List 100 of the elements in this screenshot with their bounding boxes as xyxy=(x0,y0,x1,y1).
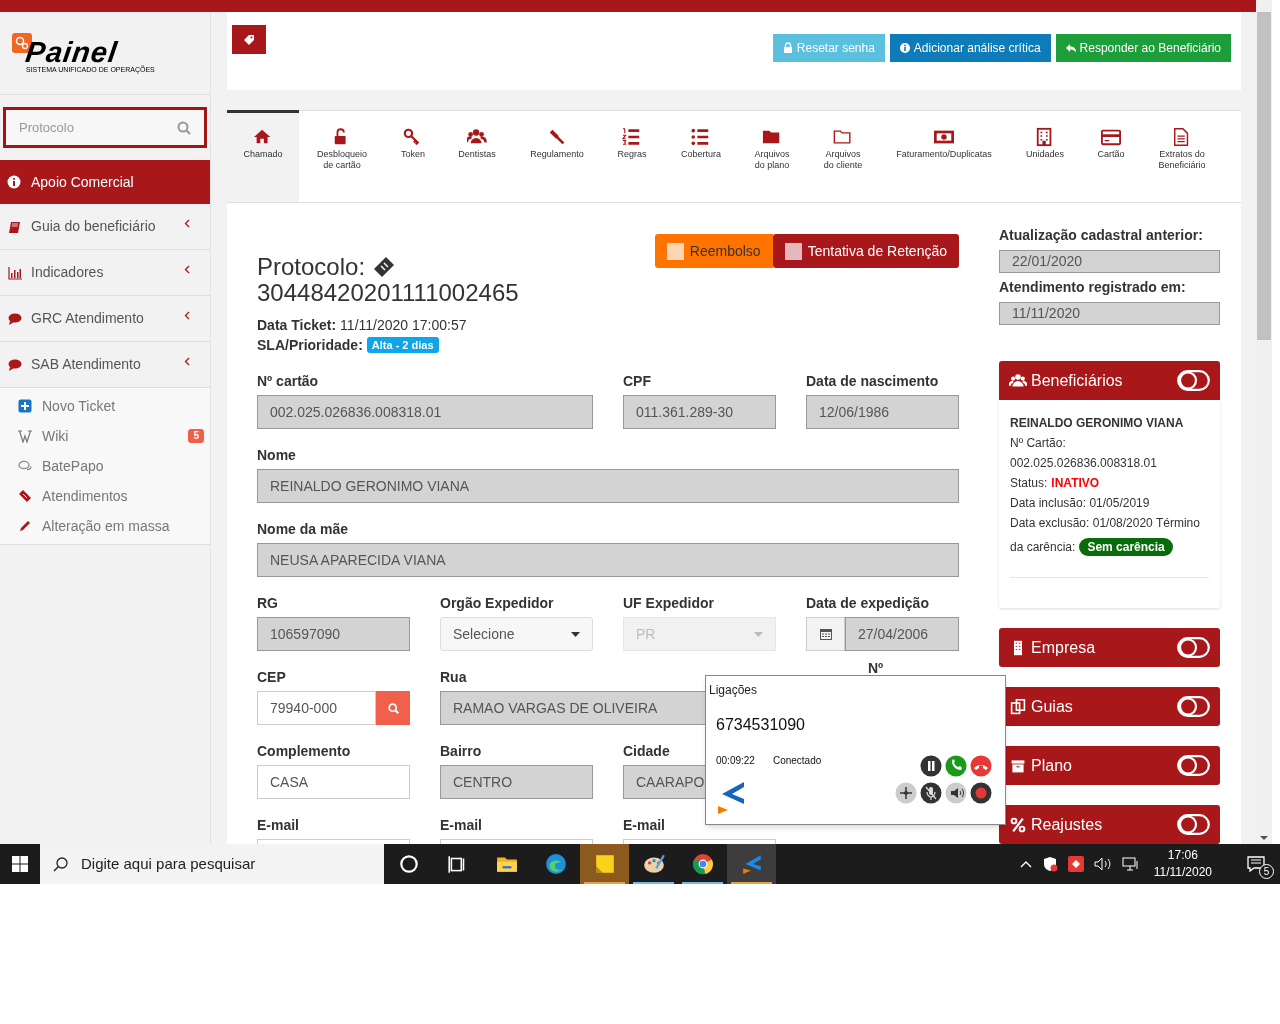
panel-header[interactable]: Reajustes xyxy=(999,805,1220,844)
field-label: Orgão Expedidor xyxy=(440,594,554,613)
date-field[interactable]: 27/04/2006 xyxy=(845,617,959,651)
input-field[interactable]: 106597090 xyxy=(257,617,410,651)
field-label: Rua xyxy=(440,668,467,687)
date-field[interactable]: 22/01/2020 xyxy=(999,250,1220,273)
tab[interactable]: Arquivos do plano xyxy=(739,110,805,202)
info-text: Nº Cartão: xyxy=(1010,435,1067,452)
toggle-icon[interactable] xyxy=(1177,370,1210,391)
input-field[interactable]: REINALDO GERONIMO VIANA xyxy=(257,469,959,503)
paint-palette-icon xyxy=(642,853,665,875)
dropdown[interactable]: Selecione xyxy=(440,617,593,651)
windows-icon xyxy=(12,856,28,872)
tab[interactable]: Faturamento/Duplicatas xyxy=(881,110,1007,202)
app-tray-icon xyxy=(1067,856,1084,872)
reply-icon xyxy=(1065,42,1076,54)
speaker-icon[interactable] xyxy=(945,782,967,804)
info-text: Data inclusão: 01/05/2019 xyxy=(1010,495,1151,512)
pause-button[interactable] xyxy=(920,755,942,777)
input-field[interactable]: 12/06/1986 xyxy=(806,395,959,429)
browser-logo-icon xyxy=(691,853,714,875)
field-label: Atualização cadastral anterior: xyxy=(999,226,1204,245)
record-button[interactable] xyxy=(970,782,992,804)
submenu-item[interactable]: Wiki 5 xyxy=(0,421,210,451)
copy-icon xyxy=(1009,698,1027,715)
tab[interactable]: Cobertura xyxy=(663,110,739,202)
info-text: da carência: xyxy=(1010,539,1076,556)
submenu-item[interactable]: Atendimentos xyxy=(0,481,210,511)
tab[interactable]: Unidades xyxy=(1007,110,1083,202)
toolbar-button[interactable]: Adicionar análise crítica xyxy=(889,34,1051,62)
circle-icon xyxy=(397,853,420,875)
scrollbar[interactable] xyxy=(1256,0,1272,844)
wikipedia-w-icon xyxy=(18,429,32,443)
chevron-logo-icon xyxy=(740,853,763,875)
swirl-logo-icon xyxy=(544,853,567,875)
toggle-icon[interactable] xyxy=(1177,637,1210,658)
input-field[interactable]: 011.361.289-30 xyxy=(623,395,776,429)
notification-button[interactable]: 5 xyxy=(1240,848,1272,880)
panel-header[interactable]: Beneficiários xyxy=(999,361,1220,400)
panel-header[interactable]: Empresa xyxy=(999,628,1220,667)
count-badge: 5 xyxy=(188,429,204,443)
tab[interactable]: Desbloqueio de cartão xyxy=(299,110,385,202)
calendar-button[interactable] xyxy=(806,617,845,651)
phone-icon[interactable] xyxy=(945,755,967,777)
field-label: CEP xyxy=(257,668,286,687)
pencil-icon xyxy=(18,519,32,533)
search-icon xyxy=(53,856,68,872)
submenu-item[interactable]: Novo Ticket xyxy=(0,391,210,421)
speech-bubble-icon xyxy=(7,311,23,326)
lock-icon xyxy=(782,42,793,54)
toggle-icon[interactable] xyxy=(1177,814,1210,835)
tab[interactable]: Dentistas xyxy=(441,110,513,202)
message-icon xyxy=(1247,856,1265,872)
input-field[interactable]: CASA xyxy=(257,765,410,799)
status-text: INATIVO xyxy=(1051,475,1100,492)
field-label: Data de nascimento xyxy=(806,372,939,391)
tab[interactable]: Token xyxy=(385,110,441,202)
people-group-icon xyxy=(1009,372,1027,389)
field-label: Complemento xyxy=(257,742,351,761)
tab[interactable]: Regulamento xyxy=(513,110,601,202)
speaker-icon xyxy=(1093,857,1112,871)
tab[interactable]: Cartão xyxy=(1083,110,1139,202)
tab[interactable]: Chamado xyxy=(227,110,299,202)
field-label: RG xyxy=(257,594,278,613)
menu-item[interactable]: Apoio Comercial xyxy=(0,160,210,204)
hang-up-icon[interactable] xyxy=(970,755,992,777)
tag-button[interactable] xyxy=(232,25,266,54)
color-swatch-icon xyxy=(784,242,802,260)
info-icon xyxy=(7,175,21,189)
input-field[interactable]: 79940-000 xyxy=(257,691,376,725)
search-icon xyxy=(177,121,191,135)
submenu-item[interactable]: BatePapo xyxy=(0,451,210,481)
search-field[interactable]: Protocolo xyxy=(3,107,207,148)
input-field[interactable]: 002.025.026836.008318.01 xyxy=(257,395,593,429)
chevron-left-icon xyxy=(184,311,190,320)
toggle-icon[interactable] xyxy=(1177,755,1210,776)
call-timer: 00:09:22 xyxy=(716,754,755,768)
date-field[interactable]: 11/11/2020 xyxy=(999,302,1220,325)
beneficiary-name: REINALDO GERONIMO VIANA xyxy=(1010,415,1185,432)
toggle-icon[interactable] xyxy=(1177,696,1210,717)
caret-down-icon xyxy=(754,631,763,637)
input-field[interactable]: NEUSA APARECIDA VIANA xyxy=(257,543,959,577)
color-swatch-icon xyxy=(666,242,684,260)
priority-badge: Alta - 2 dias xyxy=(366,337,439,353)
field-label: Nº xyxy=(868,659,884,678)
info-icon xyxy=(899,42,910,54)
muted-mic-icon[interactable] xyxy=(920,782,942,804)
field-label: Data de expedição xyxy=(806,594,929,613)
tab[interactable]: Regras xyxy=(601,110,663,202)
speech-bubble-icon xyxy=(7,357,23,372)
search-field[interactable]: Digite aqui para pesquisar xyxy=(40,844,384,884)
input-field[interactable]: CENTRO xyxy=(440,765,593,799)
clock[interactable]: 17:06 11/11/2020 xyxy=(1149,847,1216,881)
tab[interactable]: Arquivos do cliente xyxy=(805,110,881,202)
tab[interactable]: Extratos do Beneficiário xyxy=(1139,110,1225,202)
toolbar-button[interactable]: Responder ao Beneficiário xyxy=(1055,34,1231,62)
book-icon xyxy=(7,219,23,234)
search-button[interactable] xyxy=(376,691,410,725)
field-label: Cidade xyxy=(623,742,670,761)
submenu-item[interactable]: Alteração em massa xyxy=(0,511,210,541)
